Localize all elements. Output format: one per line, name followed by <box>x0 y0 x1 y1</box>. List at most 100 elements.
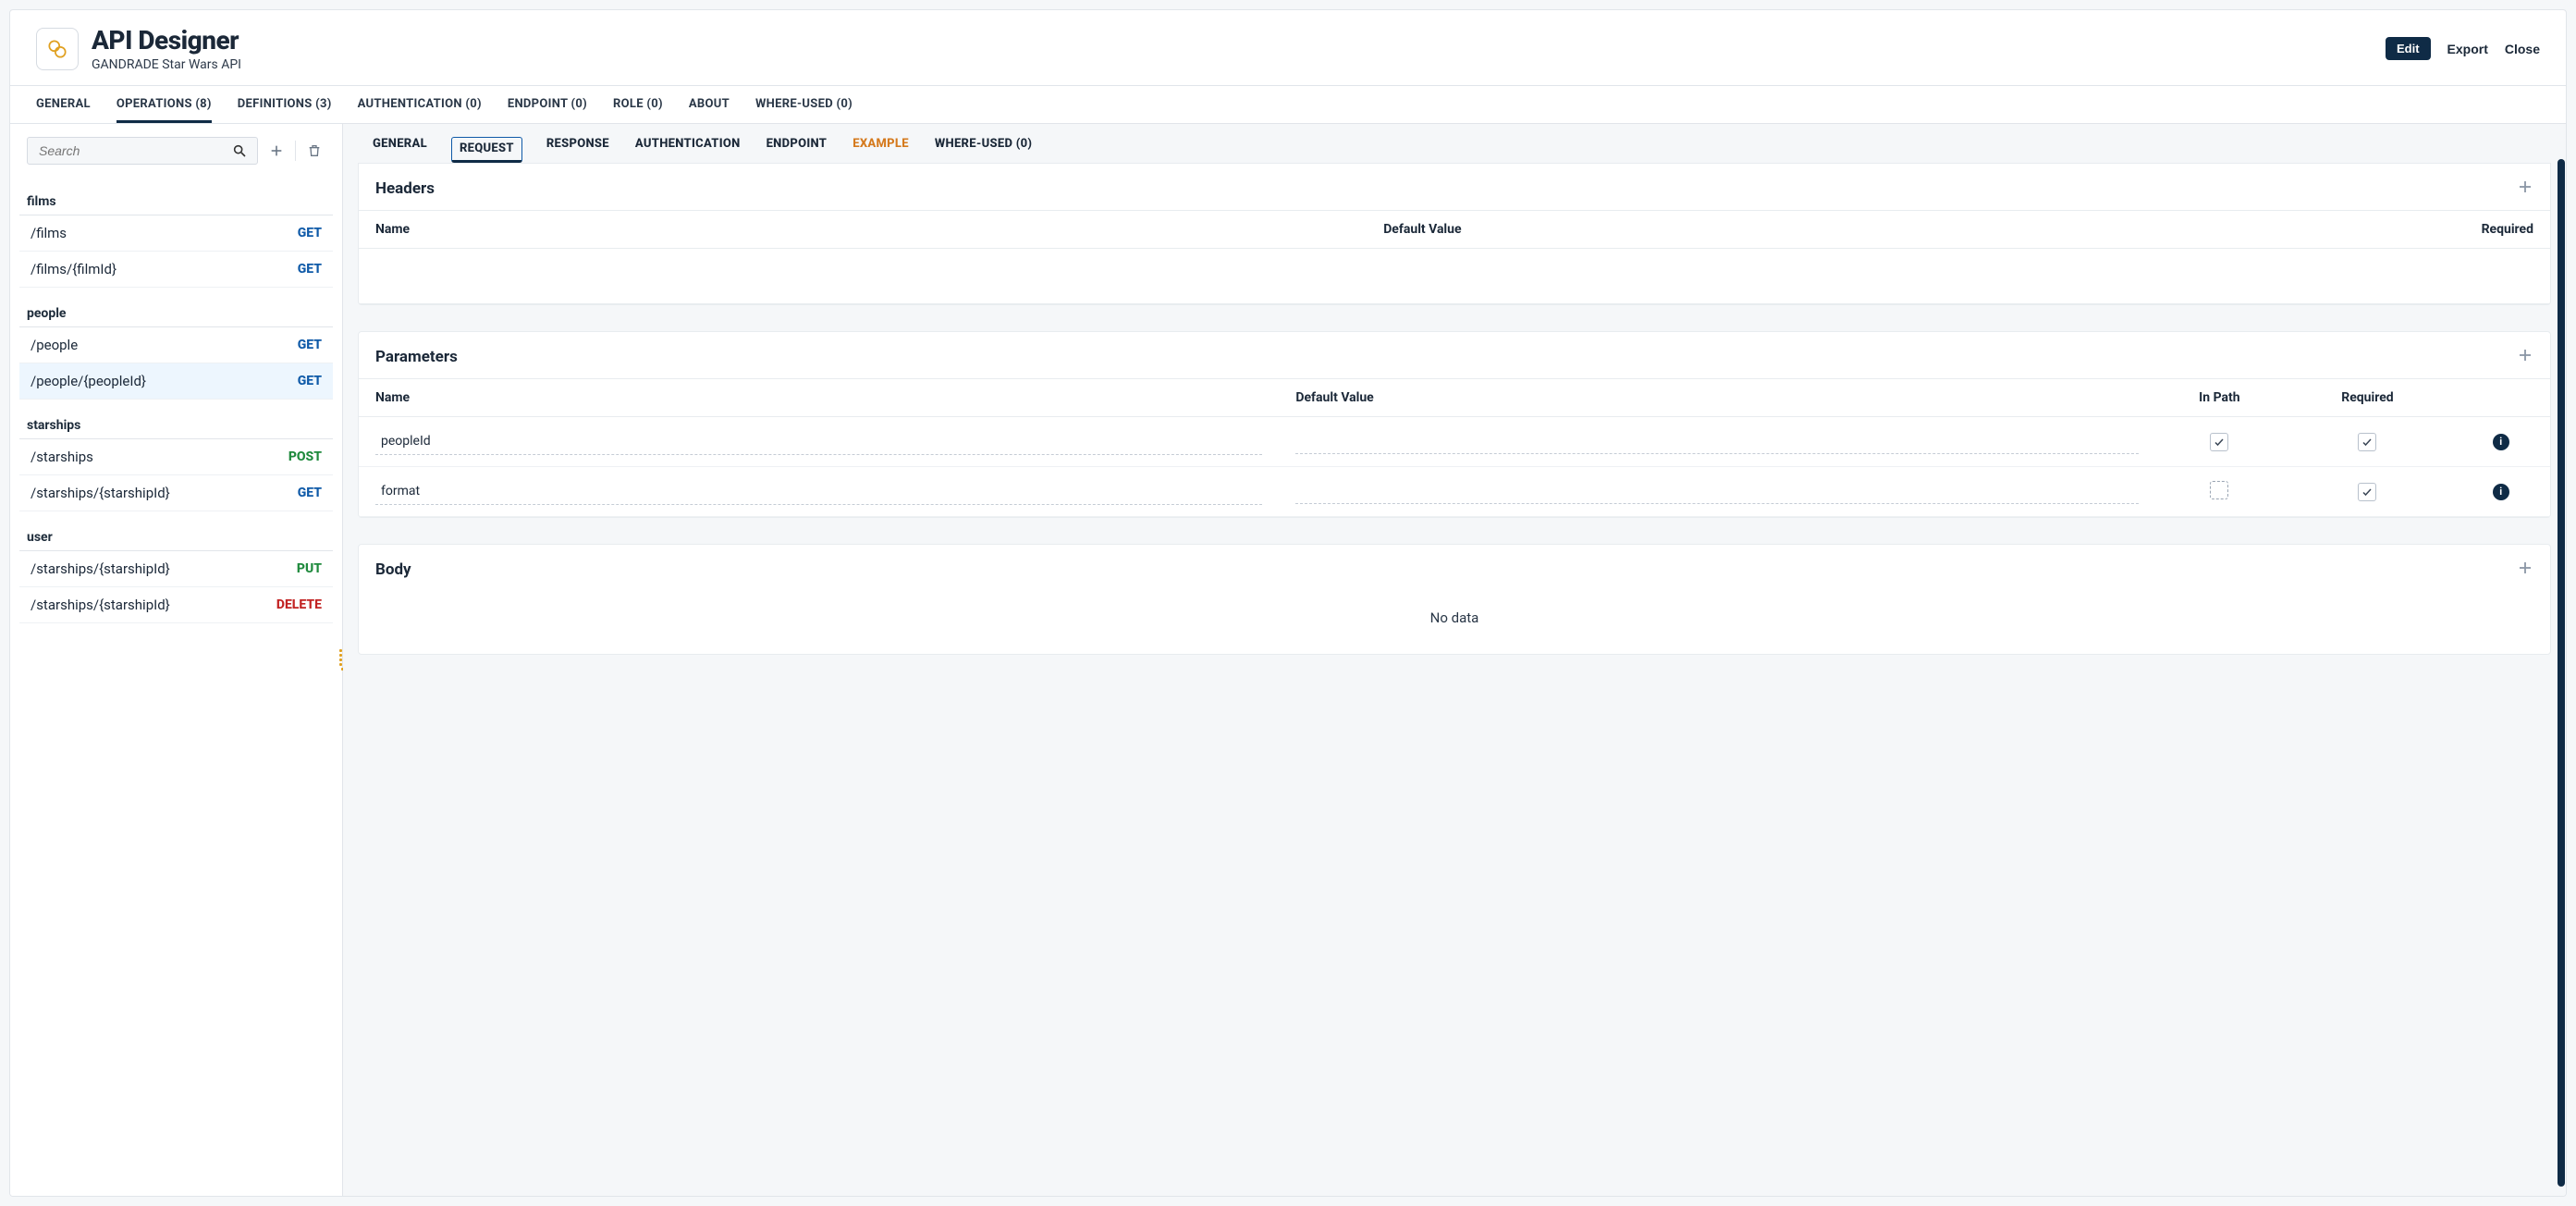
subtab-response[interactable]: RESPONSE <box>545 137 611 163</box>
required-checkbox[interactable] <box>2358 483 2376 501</box>
search-icon[interactable] <box>229 140 250 162</box>
add-body-button[interactable] <box>2517 560 2533 580</box>
page-subtitle: GANDRADE Star Wars API <box>92 57 241 72</box>
required-checkbox[interactable] <box>2358 433 2376 451</box>
parameters-table: Name Default Value In Path Required peop… <box>359 378 2550 517</box>
header-left: API Designer GANDRADE Star Wars API <box>36 25 241 72</box>
col-name: Name <box>359 379 1279 417</box>
main-panel[interactable]: GENERAL REQUEST RESPONSE AUTHENTICATION … <box>343 124 2566 1196</box>
delete-operation-button[interactable] <box>303 140 325 162</box>
tab-authentication[interactable]: AUTHENTICATION (0) <box>358 86 482 123</box>
inpath-checkbox[interactable] <box>2210 433 2228 451</box>
parameter-row: peopleId <box>359 417 2550 467</box>
operation-method: GET <box>298 486 322 500</box>
operation-path: /people/{peopleId} <box>31 373 146 389</box>
parameters-card: Parameters Name Default Value In Path Re… <box>358 331 2551 518</box>
col-info <box>2452 379 2550 417</box>
operation-method: GET <box>298 374 322 388</box>
parameters-title: Parameters <box>375 348 458 366</box>
operation-item-selected[interactable]: /people/{peopleId} GET <box>19 363 333 400</box>
search-input[interactable] <box>35 138 229 164</box>
subtab-endpoint[interactable]: ENDPOINT <box>765 137 829 163</box>
col-default: Default Value <box>1279 379 2155 417</box>
operation-path: /people <box>31 337 78 353</box>
subtab-example[interactable]: EXAMPLE <box>851 137 911 163</box>
subtab-where-used[interactable]: WHERE-USED (0) <box>933 137 1034 163</box>
tab-definitions[interactable]: DEFINITIONS (3) <box>238 86 332 123</box>
operation-method: GET <box>298 226 322 240</box>
col-required: Required <box>2283 379 2451 417</box>
operation-group: people <box>19 297 333 327</box>
parameter-row: format i <box>359 467 2550 517</box>
col-default: Default Value <box>1367 211 2243 249</box>
operation-path: /films <box>31 225 67 241</box>
operation-item[interactable]: /films/{filmId} GET <box>19 252 333 288</box>
subtab-authentication[interactable]: AUTHENTICATION <box>633 137 742 163</box>
info-icon[interactable]: i <box>2493 484 2509 500</box>
add-operation-button[interactable] <box>265 140 288 162</box>
operation-path: /starships/{starshipId} <box>31 560 170 577</box>
tab-where-used[interactable]: WHERE-USED (0) <box>755 86 853 123</box>
operation-item[interactable]: /starships POST <box>19 439 333 475</box>
headers-table: Name Default Value Required <box>359 210 2550 249</box>
tab-operations[interactable]: OPERATIONS (8) <box>117 86 212 123</box>
operation-item[interactable]: /starships/{starshipId} GET <box>19 475 333 511</box>
operation-path: /films/{filmId} <box>31 261 117 277</box>
top-tabs: GENERAL OPERATIONS (8) DEFINITIONS (3) A… <box>10 86 2566 124</box>
edit-button[interactable]: Edit <box>2386 37 2431 60</box>
operation-item[interactable]: /people GET <box>19 327 333 363</box>
operation-item[interactable]: /films GET <box>19 215 333 252</box>
operation-group: films <box>19 185 333 215</box>
operation-path: /starships/{starshipId} <box>31 485 170 501</box>
main-inner: GENERAL REQUEST RESPONSE AUTHENTICATION … <box>343 124 2566 718</box>
operation-method: GET <box>298 338 322 352</box>
body-title: Body <box>375 560 411 579</box>
tab-endpoint[interactable]: ENDPOINT (0) <box>508 86 587 123</box>
col-inpath: In Path <box>2155 379 2283 417</box>
operations-sidebar: films /films GET /films/{filmId} GET peo… <box>10 124 343 1196</box>
export-button[interactable]: Export <box>2447 42 2488 56</box>
operation-item[interactable]: /starships/{starshipId} PUT <box>19 551 333 587</box>
tab-about[interactable]: ABOUT <box>689 86 730 123</box>
operation-sub-tabs: GENERAL REQUEST RESPONSE AUTHENTICATION … <box>343 124 2566 163</box>
app-frame: API Designer GANDRADE Star Wars API Edit… <box>9 9 2567 1197</box>
toolbar-divider <box>295 141 296 161</box>
operations-list[interactable]: films /films GET /films/{filmId} GET peo… <box>10 172 342 1196</box>
headers-empty <box>359 249 2550 304</box>
headers-card-header: Headers <box>359 164 2550 210</box>
operation-method: DELETE <box>276 597 322 612</box>
param-default-input[interactable] <box>1295 480 2139 504</box>
param-default-input[interactable] <box>1295 430 2139 454</box>
parameters-card-header: Parameters <box>359 332 2550 378</box>
inpath-checkbox[interactable] <box>2210 481 2228 499</box>
body: films /films GET /films/{filmId} GET peo… <box>10 124 2566 1196</box>
tab-general[interactable]: GENERAL <box>36 86 91 123</box>
body-card: Body No data <box>358 544 2551 655</box>
operation-path: /starships/{starshipId} <box>31 597 170 613</box>
app-logo <box>36 28 79 70</box>
body-nodata: No data <box>359 591 2550 654</box>
sidebar-toolbar <box>10 124 342 172</box>
close-button[interactable]: Close <box>2505 42 2540 56</box>
subtab-general[interactable]: GENERAL <box>371 137 429 163</box>
api-icon <box>45 37 69 61</box>
main-scrollbar[interactable] <box>2557 124 2566 1196</box>
subtab-request[interactable]: REQUEST <box>451 137 522 163</box>
tab-role[interactable]: ROLE (0) <box>613 86 663 123</box>
operation-group: starships <box>19 409 333 439</box>
col-required: Required <box>2243 211 2550 249</box>
add-header-button[interactable] <box>2517 178 2533 199</box>
param-name-input[interactable]: format <box>375 478 1262 505</box>
info-icon[interactable]: i <box>2493 434 2509 450</box>
title-block: API Designer GANDRADE Star Wars API <box>92 25 241 72</box>
operation-method: POST <box>288 449 322 464</box>
headers-title: Headers <box>375 179 435 198</box>
param-name-input[interactable]: peopleId <box>375 428 1262 455</box>
scrollbar-thumb[interactable] <box>2558 159 2565 1187</box>
body-card-header: Body <box>359 545 2550 591</box>
search-wrap <box>27 137 258 165</box>
add-parameter-button[interactable] <box>2517 347 2533 367</box>
page-header: API Designer GANDRADE Star Wars API Edit… <box>10 10 2566 86</box>
operation-item[interactable]: /starships/{starshipId} DELETE <box>19 587 333 623</box>
header-actions: Edit Export Close <box>2386 37 2540 60</box>
